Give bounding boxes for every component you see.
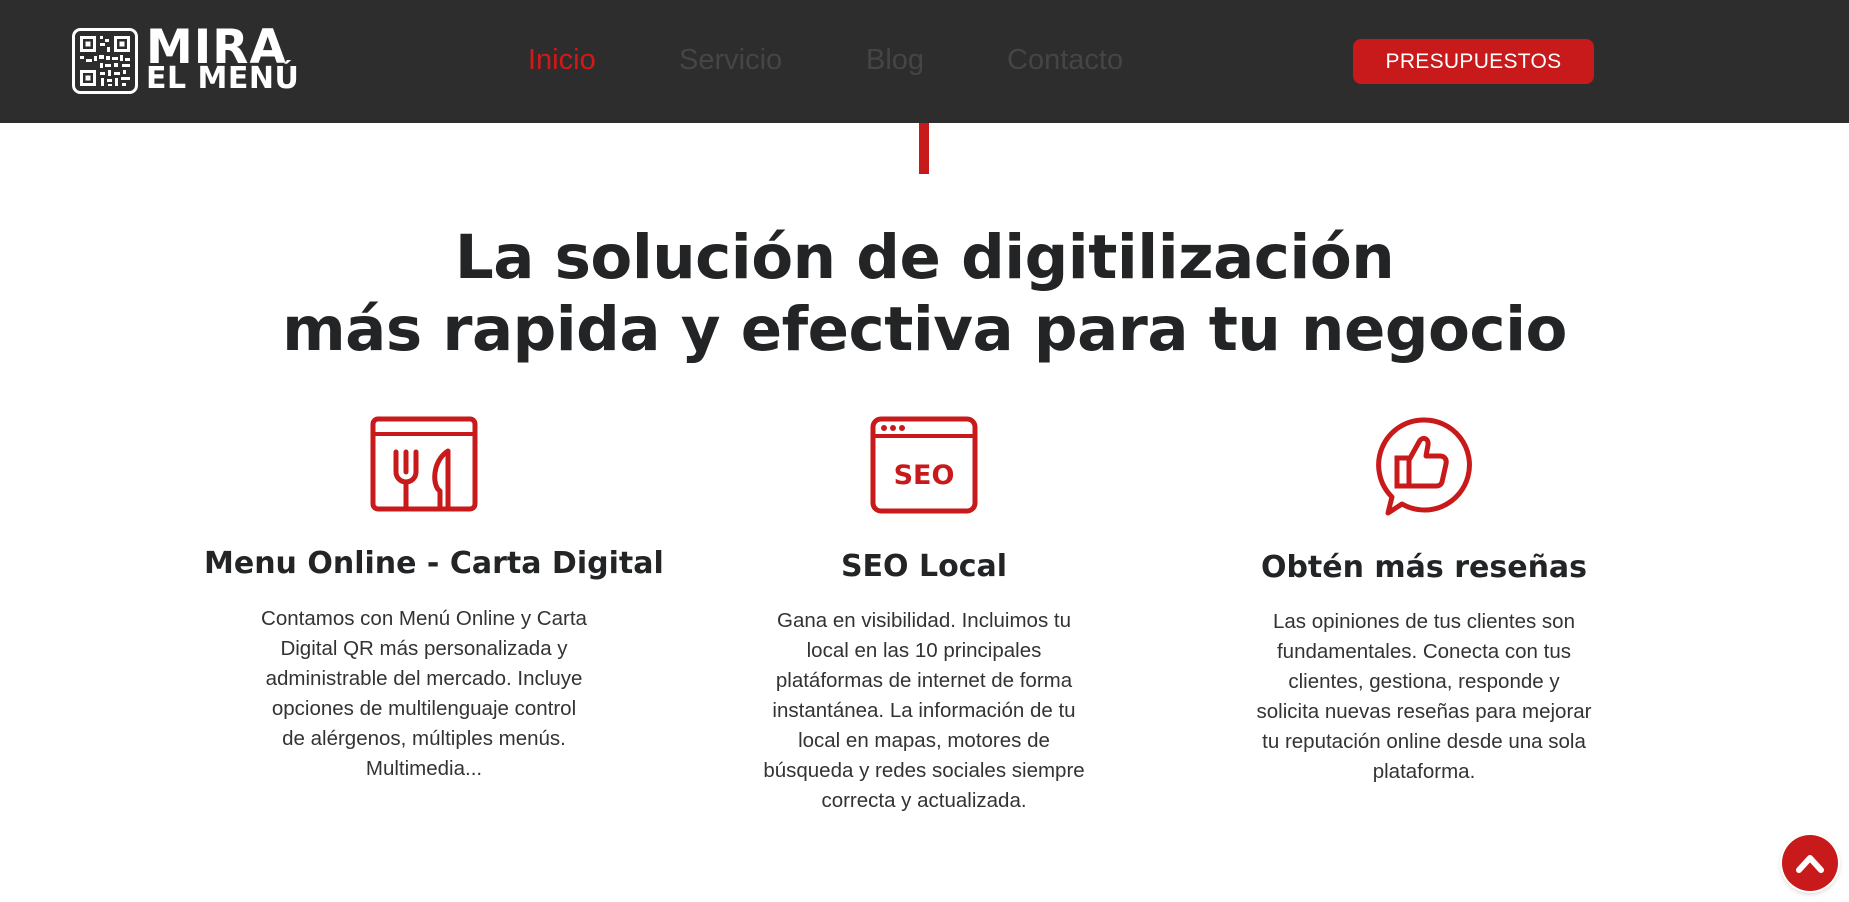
logo-line-1: MIRA [146, 20, 287, 75]
feature-description: Contamos con Menú Online y Carta Digital … [261, 607, 587, 780]
hero-headline-line-1: La solución de digitilización [454, 222, 1395, 293]
qr-code-icon [72, 28, 138, 94]
feature-menu-online: Menu Online - Carta Digital Contamos con… [204, 416, 664, 796]
seo-icon-label: SEO [894, 460, 955, 491]
nav-item-blog[interactable]: Blog [866, 44, 924, 77]
seo-browser-icon: SEO [870, 416, 978, 514]
thumbs-up-bubble-icon [1376, 417, 1472, 516]
logo-wordmark: MIRA EL MENÚ [146, 20, 300, 96]
restaurant-menu-icon [370, 416, 478, 512]
chevron-up-icon [1796, 855, 1824, 873]
scroll-to-top-button[interactable] [1782, 835, 1838, 891]
nav-item-inicio[interactable]: Inicio [528, 44, 596, 77]
feature-title: Menu Online - Carta Digital [204, 546, 664, 581]
hero-headline: La solución de digitilización más rapida… [0, 222, 1849, 366]
top-navbar: MIRA EL MENÚ Inicio Servicio Blog Contac… [0, 0, 1849, 123]
presupuestos-button[interactable]: PRESUPUESTOS [1353, 39, 1594, 84]
feature-description: Las opiniones de tus clientes son fundame… [1256, 610, 1592, 783]
feature-title: Obtén más reseñas [1260, 550, 1588, 585]
logo-line-2: EL MENÚ [146, 61, 300, 96]
nav-item-contacto[interactable]: Contacto [1007, 44, 1123, 77]
nav-item-servicio[interactable]: Servicio [679, 44, 782, 77]
site-logo[interactable]: MIRA EL MENÚ [72, 20, 300, 96]
feature-title: SEO Local [840, 549, 1008, 584]
feature-mas-resenas: Obtén más reseñas Las opiniones de tus c… [1204, 416, 1644, 796]
feature-description: Gana en visibilidad. Incluimos tu local e… [763, 609, 1085, 812]
feature-seo-local: SEO SEO Local Gana en visibilidad. Inclu… [704, 416, 1144, 816]
section-divider-accent [919, 123, 929, 174]
hero-headline-line-2: más rapida y efectiva para tu negocio [282, 294, 1567, 365]
